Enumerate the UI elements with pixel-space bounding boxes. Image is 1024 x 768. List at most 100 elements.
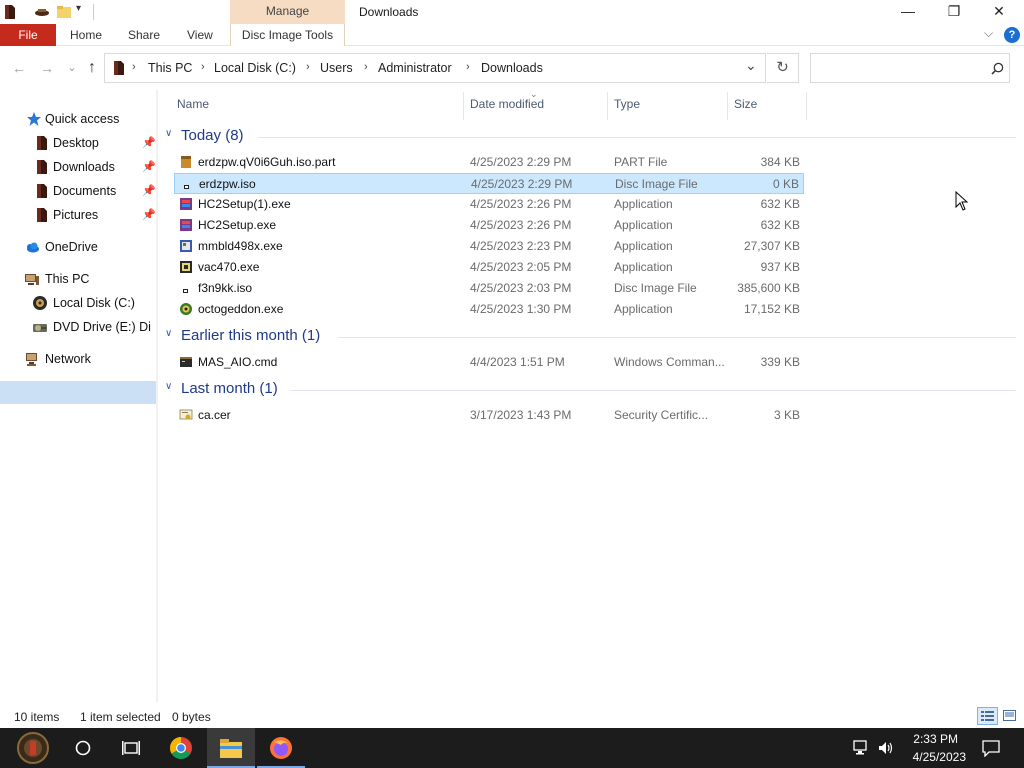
taskbar: 2:33 PM 4/25/2023 [0, 728, 1024, 768]
nav-label: Pictures [53, 208, 99, 222]
nav-desktop[interactable]: Desktop 📌 [34, 132, 158, 154]
clock-time[interactable]: 2:33 PM [913, 732, 958, 746]
chrome-icon [170, 737, 192, 759]
file-name: MAS_AIO.cmd [198, 355, 278, 369]
file-row[interactable]: octogeddon.exe 4/25/2023 1:30 PM Applica… [174, 299, 804, 320]
navigation-pane: Quick access Desktop 📌 Downloads 📌 Docum… [0, 90, 158, 702]
file-row[interactable]: ca.cer 3/17/2023 1:43 PM Security Certif… [174, 405, 804, 426]
breadcrumb-separator: › [306, 61, 310, 73]
chrome-taskbar-button[interactable] [157, 728, 205, 768]
nav-pictures[interactable]: Pictures 📌 [34, 204, 158, 226]
tab-manage[interactable]: Manage [230, 0, 345, 24]
file-row[interactable]: HC2Setup(1).exe 4/25/2023 2:26 PM Applic… [174, 194, 804, 215]
computer-icon [25, 274, 39, 285]
nav-documents[interactable]: Documents 📌 [34, 180, 158, 202]
file-type: Security Certific... [614, 408, 709, 422]
large-icons-view-button[interactable] [1000, 707, 1020, 725]
installer-icon [180, 219, 192, 231]
task-view-icon [122, 741, 140, 755]
cortana-circle-icon [75, 740, 91, 756]
tab-view[interactable]: View [187, 24, 213, 46]
breadcrumb-this-pc[interactable]: This PC [148, 61, 192, 75]
minimize-button[interactable]: — [885, 0, 931, 24]
column-header-name[interactable]: Name [177, 97, 209, 115]
task-view-button[interactable] [107, 728, 155, 768]
status-bar: 10 items 1 item selected 0 bytes [0, 703, 1024, 728]
file-type: Disc Image File [615, 177, 698, 191]
tab-file[interactable]: File [0, 24, 56, 46]
volume-icon[interactable] [877, 740, 895, 756]
file-row[interactable]: erdzpw.qV0i6Guh.iso.part 4/25/2023 2:29 … [174, 152, 804, 173]
new-folder-icon[interactable] [56, 4, 72, 20]
file-name: vac470.exe [198, 260, 260, 274]
breadcrumb-users[interactable]: Users [320, 61, 353, 75]
clock-date[interactable]: 4/25/2023 [913, 750, 966, 764]
file-name: octogeddon.exe [198, 302, 284, 316]
file-row[interactable]: mmbld498x.exe 4/25/2023 2:23 PM Applicat… [174, 236, 804, 257]
group-header-today[interactable]: Today (8) [181, 127, 244, 144]
properties-icon[interactable] [34, 4, 50, 20]
nav-dvd-drive[interactable]: DVD Drive (E:) Di [32, 316, 158, 338]
column-divider[interactable] [727, 92, 728, 120]
close-button[interactable]: ✕ [976, 0, 1022, 24]
tab-disc-image-tools[interactable]: Disc Image Tools [230, 24, 345, 46]
quick-access-dropdown-icon[interactable]: ▾ [76, 3, 81, 14]
file-type: Application [614, 197, 673, 211]
app-icon [180, 261, 192, 273]
recent-locations-button[interactable]: ⌄ [62, 58, 82, 78]
file-row[interactable]: f3n9kk.iso 4/25/2023 2:03 PM Disc Image … [174, 278, 804, 299]
column-divider[interactable] [463, 92, 464, 120]
refresh-button[interactable]: ↻ [767, 53, 799, 83]
collapse-group-icon[interactable]: ∨ [165, 128, 172, 139]
file-row-selected[interactable]: erdzpw.iso 4/25/2023 2:29 PM Disc Image … [174, 173, 804, 194]
breadcrumb-local-disk[interactable]: Local Disk (C:) [214, 61, 296, 75]
start-button[interactable] [8, 728, 58, 768]
forward-button[interactable]: → [37, 58, 57, 78]
address-bar[interactable]: › This PC › Local Disk (C:) › Users › Ad… [104, 53, 766, 83]
part-file-icon [181, 156, 191, 168]
file-row[interactable]: HC2Setup.exe 4/25/2023 2:26 PM Applicati… [174, 215, 804, 236]
file-row[interactable]: vac470.exe 4/25/2023 2:05 PM Application… [174, 257, 804, 278]
nav-label: This PC [45, 272, 90, 286]
firefox-taskbar-button[interactable] [257, 728, 305, 768]
tab-share[interactable]: Share [128, 24, 160, 46]
file-size: 632 KB [760, 197, 800, 211]
up-button[interactable]: ↑ [82, 58, 102, 78]
expand-ribbon-icon[interactable]: ⌵ [984, 26, 993, 41]
address-dropdown-icon[interactable]: ⌄ [745, 57, 757, 74]
disc-image-icon [183, 289, 188, 293]
group-header-earlier-this-month[interactable]: Earlier this month (1) [181, 327, 320, 344]
breadcrumb-administrator[interactable]: Administrator [378, 61, 452, 75]
downloads-folder-icon [37, 160, 47, 174]
file-date: 4/25/2023 2:29 PM [471, 177, 573, 191]
file-explorer-icon [220, 739, 242, 758]
tab-home[interactable]: Home [70, 24, 102, 46]
search-input[interactable] [810, 53, 1010, 83]
file-type: PART File [614, 155, 668, 169]
details-view-button[interactable] [977, 707, 998, 725]
help-icon[interactable]: ? [1004, 27, 1020, 43]
file-row[interactable]: MAS_AIO.cmd 4/4/2023 1:51 PM Windows Com… [174, 352, 804, 373]
nav-pane-divider [156, 90, 158, 702]
file-explorer-taskbar-button[interactable] [207, 728, 255, 768]
back-button[interactable]: ← [9, 58, 29, 78]
group-header-last-month[interactable]: Last month (1) [181, 380, 278, 397]
title-bar: ▾ Manage Downloads — ❐ ✕ [0, 0, 1024, 24]
nav-label: Documents [53, 184, 117, 198]
column-divider[interactable] [806, 92, 807, 120]
column-header-size[interactable]: Size [734, 97, 757, 115]
collapse-group-icon[interactable]: ∨ [165, 381, 172, 392]
breadcrumb-downloads[interactable]: Downloads [481, 61, 543, 75]
file-size: 937 KB [760, 260, 800, 274]
column-divider[interactable] [607, 92, 608, 120]
notification-center-icon[interactable] [982, 739, 1000, 757]
column-header-date-modified[interactable]: Date modified [470, 97, 544, 115]
maximize-button[interactable]: ❐ [931, 0, 977, 24]
column-header-type[interactable]: Type [614, 97, 640, 115]
nav-downloads[interactable]: Downloads 📌 [34, 156, 158, 178]
search-taskbar-button[interactable] [60, 728, 108, 768]
file-size: 384 KB [760, 155, 800, 169]
network-tray-icon[interactable] [853, 740, 871, 756]
collapse-group-icon[interactable]: ∨ [165, 328, 172, 339]
file-date: 4/25/2023 2:05 PM [470, 260, 572, 274]
